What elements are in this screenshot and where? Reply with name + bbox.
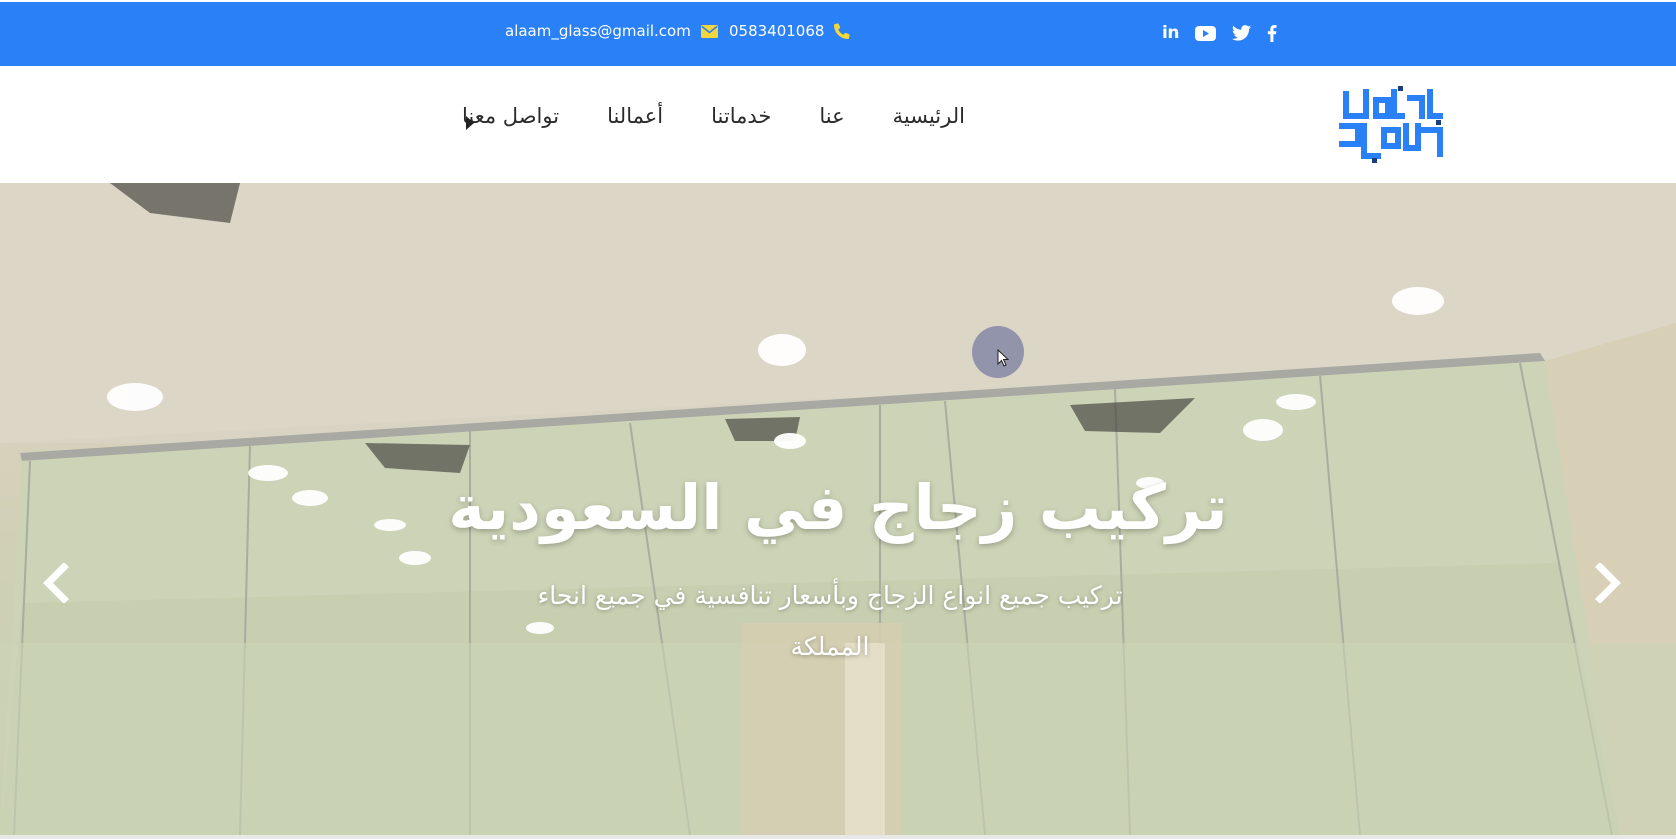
envelope-icon: [700, 24, 718, 38]
nav-item-about[interactable]: عنا: [819, 104, 844, 128]
nav-item-home[interactable]: الرئيسية: [893, 104, 965, 128]
hero-title: تركيب زجاج في السعودية: [448, 471, 1228, 544]
mouse-pointer-icon: [997, 349, 1009, 367]
caret-right-icon[interactable]: [466, 116, 474, 130]
phone-contact[interactable]: 0583401068: [729, 22, 851, 40]
phone-icon: [834, 23, 851, 39]
main-menu: الرئيسية عنا خدماتنا أعمالنا تواصل معنا: [462, 104, 965, 128]
nav-item-services[interactable]: خدماتنا: [711, 104, 771, 128]
page-bottom-edge: [0, 835, 1676, 839]
twitter-icon[interactable]: [1231, 25, 1251, 41]
main-navbar: الرئيسية عنا خدماتنا أعمالنا تواصل معنا: [0, 66, 1676, 183]
top-contact-bar: alaam_glass@gmail.com 0583401068 in: [0, 0, 1676, 66]
youtube-icon[interactable]: [1194, 25, 1216, 41]
facebook-icon[interactable]: [1267, 24, 1277, 42]
site-logo[interactable]: [1336, 86, 1454, 164]
linkedin-icon[interactable]: in: [1162, 23, 1179, 43]
chevron-right-icon[interactable]: [1588, 563, 1628, 603]
nav-item-contact[interactable]: تواصل معنا: [462, 104, 559, 128]
email-text[interactable]: alaam_glass@gmail.com: [505, 22, 691, 40]
email-contact[interactable]: alaam_glass@gmail.com: [505, 22, 718, 40]
hero-subtitle: تركيب جميع انواع الزجاج وبأسعار تنافسية …: [537, 581, 1123, 661]
phone-text[interactable]: 0583401068: [729, 22, 824, 40]
hero-slider: تركيب زجاج في السعودية تركيب جميع انواع …: [0, 183, 1676, 835]
chevron-left-icon[interactable]: [36, 563, 76, 603]
social-links: in: [1162, 23, 1277, 43]
nav-item-portfolio[interactable]: أعمالنا: [607, 104, 663, 128]
